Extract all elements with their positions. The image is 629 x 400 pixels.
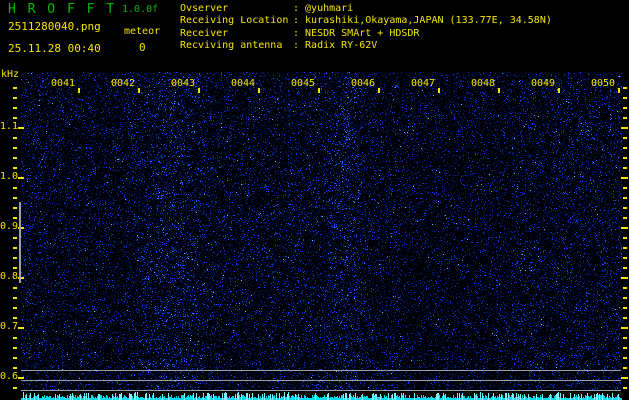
freq-minor-tick [623, 357, 627, 359]
freq-minor-tick [623, 267, 627, 269]
hrofft-output-window: H R O F F T 1.0.0f 2511280040.png meteor… [0, 0, 629, 400]
time-tick [498, 88, 500, 93]
freq-minor-tick [13, 387, 17, 389]
freq-minor-tick [13, 317, 17, 319]
time-tick [378, 88, 380, 93]
freq-minor-tick [13, 247, 17, 249]
time-tick [558, 88, 560, 93]
freq-minor-tick [13, 217, 17, 219]
freq-minor-tick [13, 157, 17, 159]
reference-line [21, 390, 621, 391]
freq-minor-tick [13, 137, 17, 139]
freq-minor-tick [623, 247, 627, 249]
freq-major-tick [18, 127, 24, 129]
freq-minor-tick [13, 307, 17, 309]
freq-minor-tick [623, 317, 627, 319]
freq-minor-tick [623, 257, 627, 259]
freq-minor-tick [13, 267, 17, 269]
freq-minor-tick [623, 107, 627, 109]
freq-minor-tick [623, 157, 627, 159]
reference-line [21, 380, 621, 381]
freq-minor-tick [623, 147, 627, 149]
freq-major-tick [18, 377, 24, 379]
freq-minor-tick [623, 167, 627, 169]
freq-major-tick [18, 177, 24, 179]
freq-minor-tick [623, 137, 627, 139]
reference-line [21, 370, 621, 371]
freq-minor-tick [623, 197, 627, 199]
freq-major-tick [621, 327, 628, 329]
freq-minor-tick [13, 367, 17, 369]
freq-minor-tick [13, 197, 17, 199]
freq-minor-tick [623, 297, 627, 299]
time-tick-label: 0042 [111, 78, 136, 89]
freq-minor-tick [13, 147, 17, 149]
freq-minor-tick [623, 217, 627, 219]
time-tick-label: 0047 [411, 78, 436, 89]
freq-major-tick [621, 377, 628, 379]
freq-minor-tick [13, 187, 17, 189]
time-tick [258, 88, 260, 93]
freq-minor-tick [13, 97, 17, 99]
freq-minor-tick [13, 107, 17, 109]
time-tick [198, 88, 200, 93]
freq-minor-tick [623, 307, 627, 309]
freq-minor-tick [13, 207, 17, 209]
freq-tick-label: 1.0 [0, 171, 19, 182]
time-tick [78, 88, 80, 93]
freq-minor-tick [623, 97, 627, 99]
freq-tick-label: 0.7 [0, 321, 19, 332]
freq-minor-tick [623, 347, 627, 349]
freq-major-tick [621, 127, 628, 129]
time-tick [438, 88, 440, 93]
freq-minor-tick [623, 207, 627, 209]
freq-tick-label: 0.9 [0, 221, 19, 232]
time-tick-label: 0050 [591, 78, 616, 89]
freq-major-tick [18, 327, 24, 329]
time-tick [318, 88, 320, 93]
freq-minor-tick [13, 167, 17, 169]
freq-minor-tick [13, 257, 17, 259]
time-tick-label: 0049 [531, 78, 556, 89]
freq-major-tick [621, 277, 628, 279]
time-tick [618, 88, 620, 93]
freq-tick-label: 0.6 [0, 371, 19, 382]
time-tick-label: 0045 [291, 78, 316, 89]
time-tick-label: 0043 [171, 78, 196, 89]
freq-minor-tick [13, 287, 17, 289]
freq-tick-label: 1.1 [0, 121, 19, 132]
time-tick [138, 88, 140, 93]
time-tick-label: 0048 [471, 78, 496, 89]
axes-overlay: 1.1 1.0 0.9 0.8 0.7 0.6 0041 0042 0043 0044 0045 00… [0, 0, 629, 400]
freq-minor-tick [13, 347, 17, 349]
freq-minor-tick [623, 387, 627, 389]
freq-minor-tick [623, 87, 627, 89]
freq-minor-tick [13, 237, 17, 239]
freq-minor-tick [13, 117, 17, 119]
left-edge-marker [19, 202, 21, 283]
freq-major-tick [621, 227, 628, 229]
freq-minor-tick [13, 357, 17, 359]
time-tick-label: 0041 [51, 78, 76, 89]
freq-minor-tick [623, 367, 627, 369]
freq-minor-tick [623, 117, 627, 119]
freq-minor-tick [623, 287, 627, 289]
freq-minor-tick [623, 237, 627, 239]
freq-minor-tick [623, 337, 627, 339]
freq-minor-tick [13, 337, 17, 339]
freq-minor-tick [623, 187, 627, 189]
time-tick-label: 0046 [351, 78, 376, 89]
freq-tick-label: 0.8 [0, 271, 19, 282]
time-tick-label: 0044 [231, 78, 256, 89]
freq-major-tick [621, 177, 628, 179]
freq-minor-tick [13, 297, 17, 299]
freq-minor-tick [13, 87, 17, 89]
